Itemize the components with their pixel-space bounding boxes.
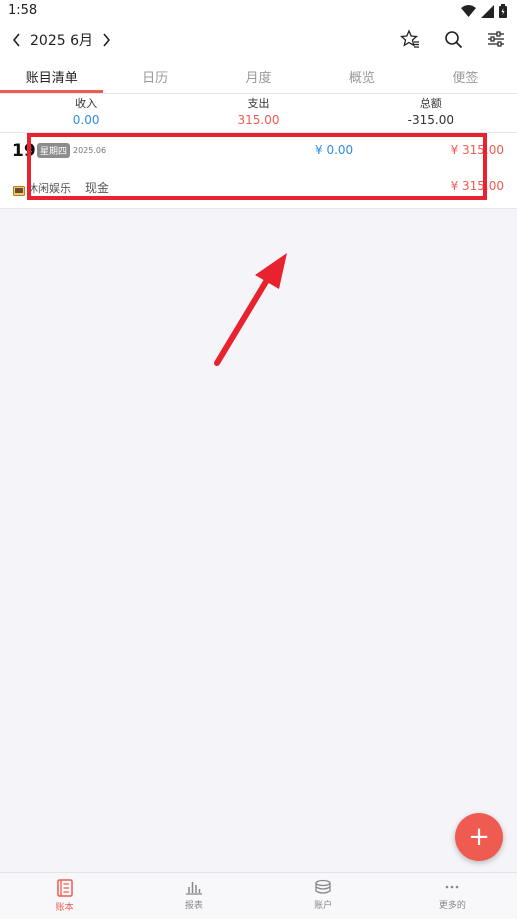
status-bar: 1:58 — [0, 0, 517, 22]
ledger-icon — [56, 879, 73, 897]
tab-monthly[interactable]: 月度 — [207, 60, 310, 93]
income-label: 收入 — [75, 97, 98, 110]
total-summary: 总额 -315.00 — [345, 96, 517, 132]
battery-icon — [499, 4, 507, 18]
nav-ledger-label: 账本 — [55, 903, 74, 913]
record-date: 2025.06 — [73, 146, 107, 155]
expense-summary: 支出 315.00 — [172, 96, 344, 132]
add-record-button[interactable]: + — [455, 813, 503, 861]
item-amount: ¥ 315.00 — [450, 179, 504, 193]
wifi-icon — [461, 5, 476, 17]
divider — [0, 208, 517, 209]
expense-value: 315.00 — [237, 113, 280, 127]
coins-icon — [315, 879, 331, 894]
chevron-right-icon[interactable] — [101, 33, 111, 47]
day-expense: ¥ 315.00 — [450, 143, 504, 157]
arrow-annotation — [214, 253, 287, 366]
status-time: 1:58 — [8, 3, 38, 18]
chart-icon — [185, 882, 202, 895]
nav-reports[interactable]: 报表 — [129, 873, 258, 919]
day-income: ¥ 0.00 — [315, 143, 354, 157]
star-list-icon[interactable] — [400, 29, 420, 49]
status-icons — [461, 3, 507, 19]
day-record[interactable]: 19 星期四 2025.06 ¥ 0.00 ¥ 315.00 休闲娱乐 现金 ¥… — [0, 133, 517, 208]
entertainment-icon — [13, 181, 25, 200]
total-label: 总额 — [419, 97, 442, 110]
income-value: 0.00 — [72, 113, 100, 127]
tab-overview[interactable]: 概览 — [310, 60, 413, 93]
tab-notes[interactable]: 便签 — [414, 60, 517, 93]
divider — [0, 93, 517, 94]
tab-calendar[interactable]: 日历 — [103, 60, 206, 93]
nav-more-label: 更多的 — [438, 901, 466, 911]
day-number: 19 — [12, 141, 36, 161]
tab-bill-list[interactable]: 账目清单 — [0, 60, 104, 93]
summary-bar: 收入 0.00 支出 315.00 总额 -315.00 — [0, 96, 517, 132]
account-name: 现金 — [85, 181, 110, 195]
month-switcher: 2025 6月 — [12, 30, 111, 50]
nav-more[interactable]: 更多的 — [388, 873, 517, 919]
signal-icon — [481, 4, 494, 18]
more-icon — [446, 885, 459, 889]
nav-accounts[interactable]: 账户 — [259, 873, 388, 919]
month-title[interactable]: 2025 6月 — [30, 30, 93, 50]
search-icon[interactable] — [444, 30, 463, 49]
chevron-left-icon[interactable] — [12, 33, 22, 47]
filter-sliders-icon[interactable] — [487, 31, 505, 47]
nav-reports-label: 报表 — [184, 901, 203, 911]
bottom-nav: 账本 报表 账户 更多的 — [0, 872, 517, 919]
total-value: -315.00 — [407, 113, 454, 127]
tab-bar: 账目清单 日历 月度 概览 便签 — [0, 60, 517, 93]
nav-ledger[interactable]: 账本 — [0, 873, 129, 919]
expense-label: 支出 — [247, 97, 270, 110]
income-summary: 收入 0.00 — [0, 96, 172, 132]
nav-accounts-label: 账户 — [314, 901, 333, 911]
weekday-badge: 星期四 — [37, 143, 71, 158]
category-name: 休闲娱乐 — [27, 182, 71, 195]
nav-bar: 2025 6月 — [0, 22, 517, 60]
nav-actions — [400, 29, 505, 49]
